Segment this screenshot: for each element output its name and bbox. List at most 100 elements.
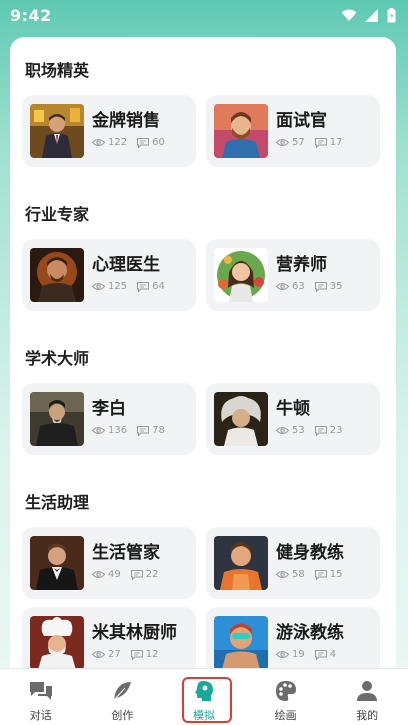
eye-icon (92, 283, 105, 290)
role-card-nutritionist[interactable]: 营养师 63 35 (206, 239, 380, 311)
chat-bubbles-icon (29, 679, 53, 703)
comment-icon (314, 281, 327, 292)
status-time: 9:42 (10, 5, 52, 25)
role-stats: 136 78 (92, 425, 165, 436)
eye-icon (92, 571, 105, 578)
comment-count: 78 (152, 425, 165, 436)
tab-highlight-box (182, 677, 233, 723)
comment-icon (137, 137, 150, 148)
content-panel[interactable]: 职场精英 金牌销售 122 60 面试官 57 17 行业专家 心理医生 125… (10, 37, 396, 687)
role-stats: 53 23 (276, 425, 342, 436)
section-title-experts: 行业专家 (25, 205, 90, 224)
comment-icon (314, 425, 327, 436)
fitness-coach-avatar (214, 536, 268, 590)
tab-simulate[interactable]: 模拟 (163, 669, 245, 725)
tab-label: 绘画 (274, 709, 297, 722)
role-card-newton[interactable]: 牛顿 53 23 (206, 383, 380, 455)
palette-icon (274, 679, 298, 703)
section-title-life: 生活助理 (25, 493, 90, 512)
comment-count: 23 (329, 425, 343, 436)
view-count: 58 (292, 569, 305, 580)
signal-icon (365, 8, 378, 22)
view-count: 53 (292, 425, 305, 436)
role-name: 心理医生 (92, 255, 160, 275)
nutritionist-avatar (214, 248, 268, 302)
role-name: 面试官 (276, 111, 327, 131)
eye-icon (92, 651, 105, 658)
comment-icon (137, 281, 150, 292)
view-count: 122 (108, 137, 128, 148)
role-name: 金牌销售 (92, 111, 160, 131)
status-icons (341, 7, 396, 23)
view-count: 49 (108, 569, 121, 580)
view-count: 125 (108, 281, 128, 292)
tab-paint[interactable]: 绘画 (245, 669, 327, 725)
eye-icon (276, 283, 289, 290)
chef-avatar (30, 616, 84, 670)
comment-icon (314, 137, 327, 148)
tab-profile[interactable]: 我的 (326, 669, 408, 725)
role-stats: 122 60 (92, 137, 165, 148)
view-count: 136 (108, 425, 128, 436)
comment-count: 17 (329, 137, 343, 148)
eye-icon (276, 571, 289, 578)
bottom-tab-bar: 对话 创作 模拟 绘画 我的 (0, 668, 408, 725)
comment-icon (137, 425, 150, 436)
role-name: 营养师 (276, 255, 327, 275)
butler-avatar (30, 536, 84, 590)
person-icon (355, 679, 379, 703)
role-card-sales[interactable]: 金牌销售 122 60 (22, 95, 196, 167)
role-stats: 58 15 (276, 569, 342, 580)
comment-count: 60 (152, 137, 165, 148)
interviewer-avatar (214, 104, 268, 158)
comment-count: 12 (145, 649, 159, 660)
view-count: 19 (292, 649, 305, 660)
battery-icon (387, 7, 396, 22)
libai-avatar (30, 392, 84, 446)
view-count: 27 (108, 649, 121, 660)
comment-count: 64 (152, 281, 165, 292)
role-name: 李白 (92, 399, 126, 419)
role-name: 游泳教练 (276, 623, 344, 643)
status-bar: 9:42 (0, 0, 408, 30)
newton-avatar (214, 392, 268, 446)
comment-count: 35 (329, 281, 343, 292)
comment-count: 4 (329, 649, 337, 660)
role-stats: 19 4 (276, 649, 336, 660)
tab-chat[interactable]: 对话 (0, 669, 82, 725)
tab-label: 创作 (111, 709, 134, 722)
section-title-workplace: 职场精英 (25, 61, 90, 80)
swim-coach-avatar (214, 616, 268, 670)
role-card-fitness-coach[interactable]: 健身教练 58 15 (206, 527, 380, 599)
role-stats: 63 35 (276, 281, 342, 292)
tab-label: 对话 (29, 709, 52, 722)
eye-icon (92, 427, 105, 434)
eye-icon (92, 139, 105, 146)
eye-icon (276, 651, 289, 658)
role-card-psychologist[interactable]: 心理医生 125 64 (22, 239, 196, 311)
eye-icon (276, 427, 289, 434)
role-card-interviewer[interactable]: 面试官 57 17 (206, 95, 380, 167)
feather-icon (110, 679, 134, 703)
role-name: 健身教练 (276, 543, 344, 563)
comment-icon (130, 649, 143, 660)
comment-count: 22 (145, 569, 159, 580)
role-card-butler[interactable]: 生活管家 49 22 (22, 527, 196, 599)
comment-icon (314, 569, 327, 580)
role-stats: 49 22 (92, 569, 158, 580)
tab-label: 我的 (356, 709, 379, 722)
salesman-avatar (30, 104, 84, 158)
role-name: 牛顿 (276, 399, 310, 419)
role-stats: 125 64 (92, 281, 165, 292)
role-name: 生活管家 (92, 543, 160, 563)
comment-icon (314, 649, 327, 660)
view-count: 57 (292, 137, 305, 148)
role-card-libai[interactable]: 李白 136 78 (22, 383, 196, 455)
role-stats: 57 17 (276, 137, 342, 148)
tab-create[interactable]: 创作 (82, 669, 164, 725)
psychologist-avatar (30, 248, 84, 302)
wifi-icon (341, 9, 357, 21)
view-count: 63 (292, 281, 305, 292)
role-name: 米其林厨师 (92, 623, 177, 643)
section-title-scholars: 学术大师 (25, 349, 90, 368)
